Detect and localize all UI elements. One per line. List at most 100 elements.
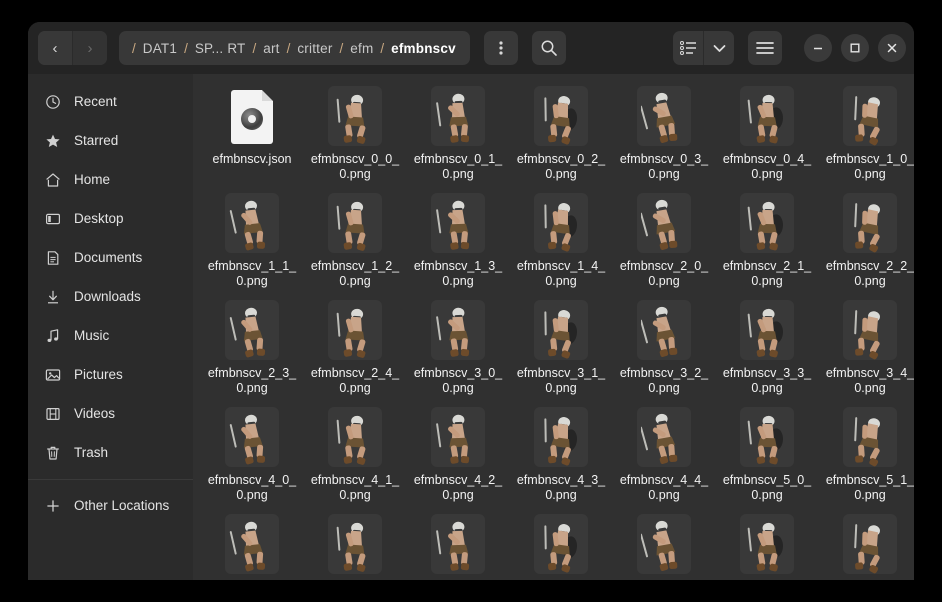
sidebar-item-music[interactable]: Music	[28, 316, 193, 355]
breadcrumb-item-dat1[interactable]: DAT1	[139, 41, 181, 56]
sidebar: Recent Starred Home Desktop Documents Do…	[28, 74, 193, 580]
breadcrumb-item-critter[interactable]: critter	[293, 41, 336, 56]
file-item[interactable]: efmbnscv_1_4_0.png	[510, 189, 612, 296]
file-item[interactable]	[819, 510, 914, 580]
file-item[interactable]: efmbnscv_4_1_0.png	[304, 403, 406, 510]
file-name-label: efmbnscv_2_3_0.png	[207, 366, 297, 395]
file-item[interactable]: efmbnscv_0_2_0.png	[510, 82, 612, 189]
file-name-label: efmbnscv_0_0_0.png	[310, 152, 400, 181]
file-item[interactable]: efmbnscv_2_3_0.png	[201, 296, 303, 403]
forward-button[interactable]: ›	[73, 31, 107, 65]
sidebar-item-videos[interactable]: Videos	[28, 394, 193, 433]
path-options-button[interactable]	[483, 31, 518, 65]
file-item[interactable]: efmbnscv_2_1_0.png	[716, 189, 818, 296]
close-button[interactable]	[878, 34, 906, 62]
home-icon	[44, 171, 61, 188]
minimize-icon	[814, 47, 822, 50]
sidebar-item-home[interactable]: Home	[28, 160, 193, 199]
sprite-figure	[436, 414, 470, 464]
file-item[interactable]: efmbnscv_3_4_0.png	[819, 296, 914, 403]
sprite-figure	[544, 417, 578, 466]
sprite-figure	[336, 201, 366, 251]
file-name-label: efmbnscv_2_2_0.png	[825, 259, 914, 288]
breadcrumb-item-efm[interactable]: efm	[346, 41, 377, 56]
sidebar-item-label: Pictures	[74, 367, 123, 382]
file-item[interactable]: efmbnscv_4_3_0.png	[510, 403, 612, 510]
main-menu-button[interactable]	[748, 31, 782, 65]
file-item[interactable]: efmbnscv_4_0_0.png	[201, 403, 303, 510]
back-button[interactable]: ‹	[38, 31, 72, 65]
sidebar-item-recent[interactable]: Recent	[28, 82, 193, 121]
file-item[interactable]	[407, 510, 509, 580]
sidebar-item-label: Recent	[74, 94, 117, 109]
file-item[interactable]: efmbnscv.json	[201, 82, 303, 189]
file-item[interactable]: efmbnscv_4_4_0.png	[613, 403, 715, 510]
sprite-figure	[436, 93, 470, 143]
file-item[interactable]	[201, 510, 303, 580]
sidebar-item-pictures[interactable]: Pictures	[28, 355, 193, 394]
sidebar-item-desktop[interactable]: Desktop	[28, 199, 193, 238]
file-item[interactable]: efmbnscv_5_0_0.png	[716, 403, 818, 510]
image-thumbnail	[637, 514, 691, 574]
image-thumbnail	[843, 407, 897, 467]
file-item[interactable]: efmbnscv_1_1_0.png	[201, 189, 303, 296]
maximize-button[interactable]	[841, 34, 869, 62]
window-controls	[804, 34, 906, 62]
sprite-figure	[336, 522, 366, 572]
file-item[interactable]	[304, 510, 406, 580]
file-item[interactable]: efmbnscv_1_2_0.png	[304, 189, 406, 296]
sidebar-item-starred[interactable]: Starred	[28, 121, 193, 160]
file-manager-window: ‹ › / DAT1 / SP... RT / art / critter / …	[28, 22, 914, 580]
search-button[interactable]	[531, 31, 566, 65]
plus-icon	[44, 497, 61, 514]
sidebar-item-documents[interactable]: Documents	[28, 238, 193, 277]
image-thumbnail	[740, 86, 794, 146]
trash-icon	[44, 444, 61, 461]
chevron-down-icon	[713, 44, 725, 52]
file-item[interactable]: efmbnscv_2_2_0.png	[819, 189, 914, 296]
sprite-figure	[641, 92, 678, 143]
view-options-dropdown[interactable]	[704, 31, 734, 65]
breadcrumb-item-efmbnscv[interactable]: efmbnscv	[387, 41, 460, 56]
sidebar-item-other-locations[interactable]: Other Locations	[28, 486, 193, 525]
file-item[interactable]: efmbnscv_3_1_0.png	[510, 296, 612, 403]
file-name-label: efmbnscv_0_2_0.png	[516, 152, 606, 181]
file-item[interactable]	[510, 510, 612, 580]
breadcrumb-item-sp-rt[interactable]: SP... RT	[191, 41, 250, 56]
breadcrumb-separator: /	[184, 40, 188, 56]
breadcrumb-item-art[interactable]: art	[259, 41, 283, 56]
kebab-menu-icon	[499, 41, 503, 55]
sprite-figure	[747, 201, 784, 251]
sprite-figure	[641, 520, 678, 571]
file-item[interactable]: efmbnscv_3_3_0.png	[716, 296, 818, 403]
file-name-label: efmbnscv_1_4_0.png	[516, 259, 606, 288]
file-item[interactable]: efmbnscv_2_0_0.png	[613, 189, 715, 296]
file-item[interactable]	[613, 510, 715, 580]
file-grid-view[interactable]: efmbnscv.json efmbnscv_0_0_0.png efmbnsc…	[193, 74, 914, 580]
file-item[interactable]: efmbnscv_0_3_0.png	[613, 82, 715, 189]
file-item[interactable]: efmbnscv_0_1_0.png	[407, 82, 509, 189]
file-item[interactable]: efmbnscv_1_0_0.png	[819, 82, 914, 189]
sidebar-item-trash[interactable]: Trash	[28, 433, 193, 472]
file-item[interactable]: efmbnscv_4_2_0.png	[407, 403, 509, 510]
file-name-label: efmbnscv_0_3_0.png	[619, 152, 709, 181]
image-thumbnail	[534, 193, 588, 253]
search-icon	[541, 40, 557, 56]
file-item[interactable]: efmbnscv_0_0_0.png	[304, 82, 406, 189]
sprite-figure	[747, 522, 784, 572]
sidebar-item-downloads[interactable]: Downloads	[28, 277, 193, 316]
sprite-figure	[641, 413, 678, 464]
file-item[interactable]: efmbnscv_5_1_0.png	[819, 403, 914, 510]
file-item[interactable]: efmbnscv_3_0_0.png	[407, 296, 509, 403]
sidebar-item-label: Downloads	[74, 289, 141, 304]
minimize-button[interactable]	[804, 34, 832, 62]
file-item[interactable]	[716, 510, 818, 580]
image-thumbnail	[534, 86, 588, 146]
file-item[interactable]: efmbnscv_3_2_0.png	[613, 296, 715, 403]
list-view-button[interactable]	[673, 31, 703, 65]
image-thumbnail	[225, 193, 279, 253]
image-thumbnail	[637, 193, 691, 253]
file-item[interactable]: efmbnscv_1_3_0.png	[407, 189, 509, 296]
file-item[interactable]: efmbnscv_0_4_0.png	[716, 82, 818, 189]
file-item[interactable]: efmbnscv_2_4_0.png	[304, 296, 406, 403]
